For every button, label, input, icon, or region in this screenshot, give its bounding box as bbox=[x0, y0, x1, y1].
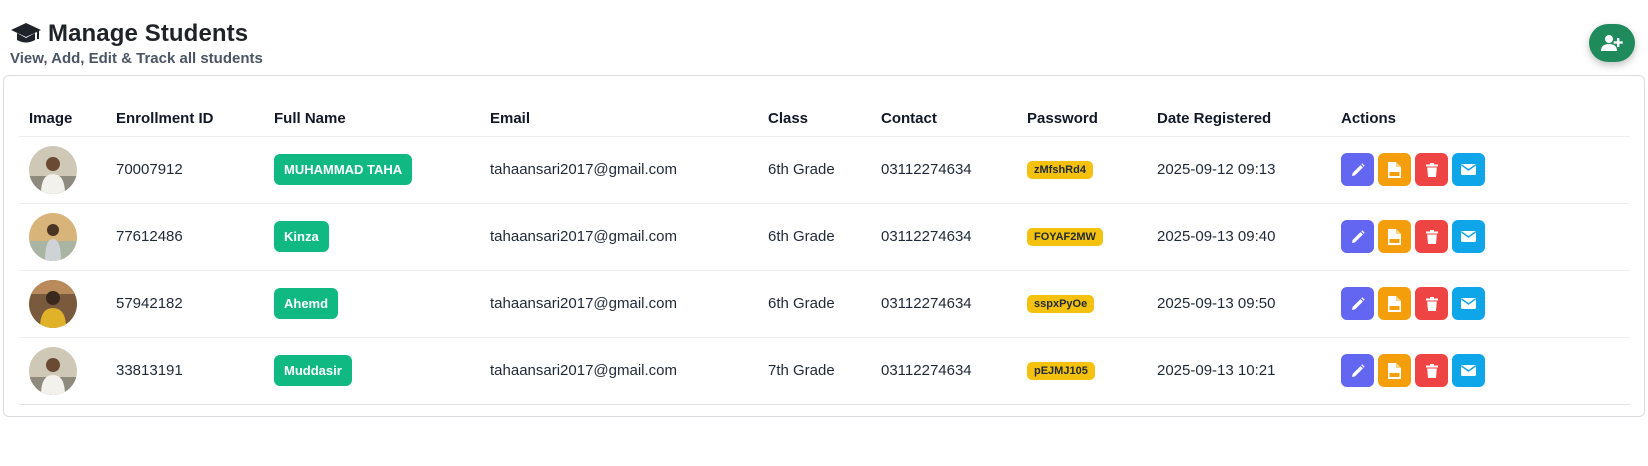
trash-icon bbox=[1425, 229, 1438, 244]
row-actions bbox=[1341, 220, 1630, 253]
pdf-button[interactable] bbox=[1378, 287, 1411, 320]
full-name-badge: Muddasir bbox=[274, 355, 352, 386]
column-header-date-registered: Date Registered bbox=[1157, 110, 1272, 128]
column-header-image: Image bbox=[29, 110, 73, 128]
avatar bbox=[29, 279, 77, 328]
column-header-class: Class bbox=[768, 110, 809, 128]
edit-button[interactable] bbox=[1341, 220, 1374, 253]
table-header-row: Image Enrollment ID Full Name Email Clas… bbox=[19, 102, 1630, 136]
table-row: 33813191 Muddasir tahaansari2017@gmail.c… bbox=[19, 336, 1630, 405]
row-actions bbox=[1341, 354, 1630, 387]
password-badge: FOYAF2MW bbox=[1027, 228, 1103, 246]
edit-button[interactable] bbox=[1341, 153, 1374, 186]
page-subtitle: View, Add, Edit & Track all students bbox=[10, 50, 263, 67]
pdf-file-icon bbox=[1388, 161, 1401, 178]
full-name-badge: MUHAMMAD TAHA bbox=[274, 154, 413, 185]
email-button[interactable] bbox=[1452, 354, 1485, 387]
pdf-file-icon bbox=[1388, 228, 1401, 245]
contact-cell: 03112274634 bbox=[871, 135, 1017, 203]
date-registered-cell: 2025-09-12 09:13 bbox=[1147, 135, 1331, 203]
pdf-button[interactable] bbox=[1378, 220, 1411, 253]
enrollment-id-cell: 33813191 bbox=[106, 336, 264, 405]
user-plus-icon bbox=[1601, 35, 1623, 51]
page-title: Manage Students bbox=[48, 20, 249, 47]
column-header-password: Password bbox=[1027, 110, 1098, 128]
email-cell: tahaansari2017@gmail.com bbox=[480, 202, 758, 270]
add-student-button[interactable] bbox=[1589, 24, 1635, 62]
class-cell: 6th Grade bbox=[758, 135, 871, 203]
trash-icon bbox=[1425, 363, 1438, 378]
enrollment-id-cell: 77612486 bbox=[106, 202, 264, 270]
pencil-icon bbox=[1351, 296, 1365, 310]
email-button[interactable] bbox=[1452, 153, 1485, 186]
enrollment-id-cell: 57942182 bbox=[106, 269, 264, 337]
avatar bbox=[29, 145, 77, 194]
contact-cell: 03112274634 bbox=[871, 336, 1017, 405]
trash-icon bbox=[1425, 296, 1438, 311]
title-row: Manage Students bbox=[10, 20, 263, 48]
pdf-button[interactable] bbox=[1378, 153, 1411, 186]
page-header: Manage Students View, Add, Edit & Track … bbox=[10, 20, 263, 67]
edit-button[interactable] bbox=[1341, 354, 1374, 387]
enrollment-id-cell: 70007912 bbox=[106, 135, 264, 203]
pdf-button[interactable] bbox=[1378, 354, 1411, 387]
contact-cell: 03112274634 bbox=[871, 269, 1017, 337]
row-actions bbox=[1341, 153, 1630, 186]
column-header-enrollment-id: Enrollment ID bbox=[116, 110, 214, 128]
table-row: 70007912 MUHAMMAD TAHA tahaansari2017@gm… bbox=[19, 135, 1630, 203]
delete-button[interactable] bbox=[1415, 220, 1448, 253]
students-table: Image Enrollment ID Full Name Email Clas… bbox=[19, 102, 1630, 405]
avatar bbox=[29, 346, 77, 395]
edit-button[interactable] bbox=[1341, 287, 1374, 320]
students-card: Image Enrollment ID Full Name Email Clas… bbox=[3, 75, 1645, 417]
delete-button[interactable] bbox=[1415, 153, 1448, 186]
email-cell: tahaansari2017@gmail.com bbox=[480, 135, 758, 203]
column-header-actions: Actions bbox=[1341, 110, 1397, 128]
password-badge: pEJMJ105 bbox=[1027, 362, 1095, 380]
trash-icon bbox=[1425, 162, 1438, 177]
envelope-icon bbox=[1461, 231, 1476, 242]
envelope-icon bbox=[1461, 298, 1476, 309]
date-registered-cell: 2025-09-13 09:40 bbox=[1147, 202, 1331, 270]
pencil-icon bbox=[1351, 229, 1365, 243]
pdf-file-icon bbox=[1388, 362, 1401, 379]
pdf-file-icon bbox=[1388, 295, 1401, 312]
row-actions bbox=[1341, 287, 1630, 320]
pencil-icon bbox=[1351, 162, 1365, 176]
contact-cell: 03112274634 bbox=[871, 202, 1017, 270]
envelope-icon bbox=[1461, 164, 1476, 175]
password-badge: zMfshRd4 bbox=[1027, 161, 1093, 179]
class-cell: 7th Grade bbox=[758, 336, 871, 405]
envelope-icon bbox=[1461, 365, 1476, 376]
class-cell: 6th Grade bbox=[758, 202, 871, 270]
column-header-contact: Contact bbox=[881, 110, 937, 128]
full-name-badge: Ahemd bbox=[274, 288, 339, 319]
table-row: 77612486 Kinza tahaansari2017@gmail.com … bbox=[19, 202, 1630, 270]
email-cell: tahaansari2017@gmail.com bbox=[480, 269, 758, 337]
date-registered-cell: 2025-09-13 09:50 bbox=[1147, 269, 1331, 337]
graduation-cap-icon bbox=[10, 21, 42, 47]
email-button[interactable] bbox=[1452, 220, 1485, 253]
delete-button[interactable] bbox=[1415, 287, 1448, 320]
date-registered-cell: 2025-09-13 10:21 bbox=[1147, 336, 1331, 405]
email-button[interactable] bbox=[1452, 287, 1485, 320]
column-header-full-name: Full Name bbox=[274, 110, 346, 128]
class-cell: 6th Grade bbox=[758, 269, 871, 337]
table-row: 57942182 Ahemd tahaansari2017@gmail.com … bbox=[19, 269, 1630, 337]
delete-button[interactable] bbox=[1415, 354, 1448, 387]
full-name-badge: Kinza bbox=[274, 221, 329, 252]
password-badge: sspxPyOe bbox=[1027, 295, 1095, 313]
column-header-email: Email bbox=[490, 110, 531, 128]
email-cell: tahaansari2017@gmail.com bbox=[480, 336, 758, 405]
pencil-icon bbox=[1351, 363, 1365, 377]
avatar bbox=[29, 212, 77, 261]
